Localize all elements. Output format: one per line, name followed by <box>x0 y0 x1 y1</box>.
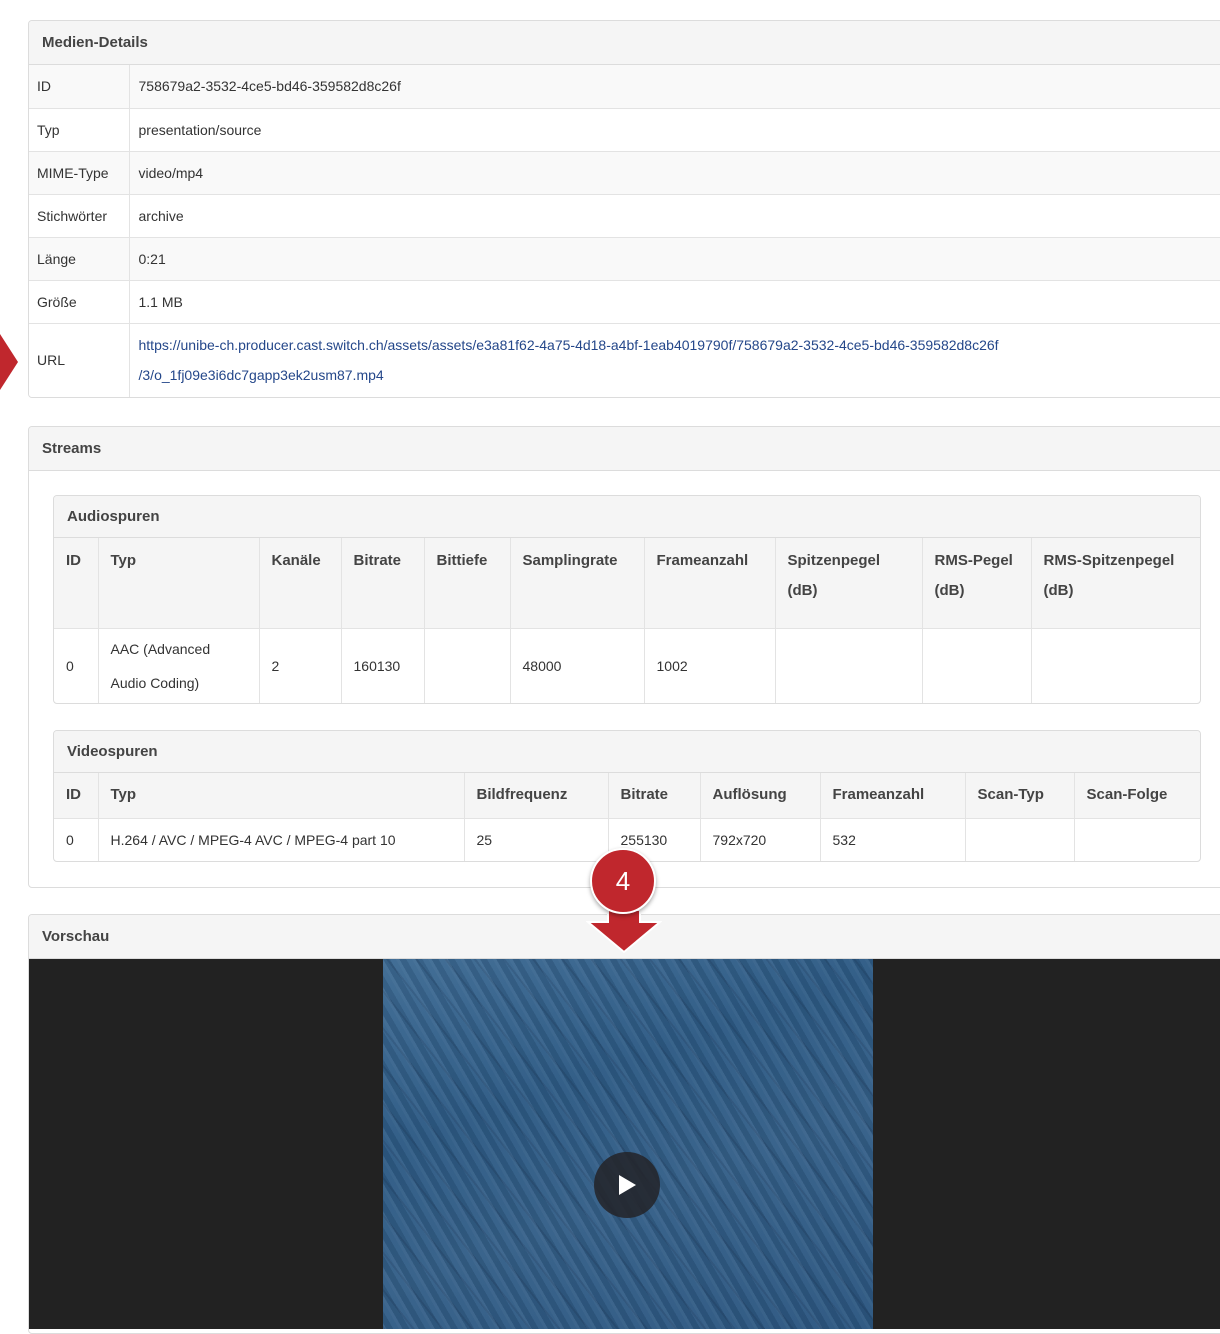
media-url-link[interactable]: https://unibe-ch.producer.cast.switch.ch… <box>139 330 1219 390</box>
video-cell-framerate: 25 <box>464 818 609 861</box>
audio-col-framecount: Frameanzahl <box>644 538 776 629</box>
media-details-title: Medien-Details <box>29 21 1220 65</box>
video-col-framerate: Bildfrequenz <box>464 773 609 819</box>
details-key: Typ <box>29 107 130 151</box>
details-row-length: Länge 0:21 <box>29 236 1220 280</box>
details-row-url: URL https://unibe-ch.producer.cast.switc… <box>29 322 1220 397</box>
audio-header-row: ID Typ Kanäle Bitrate Bittiefe Samplingr… <box>54 538 1200 629</box>
audio-col-rms-peak: RMS-Spitzenpegel (dB) <box>1031 538 1200 629</box>
details-row-tags: Stichwörter archive <box>29 193 1220 237</box>
audio-tracks-table: ID Typ Kanäle Bitrate Bittiefe Samplingr… <box>54 538 1200 703</box>
audio-col-bitrate: Bitrate <box>341 538 425 629</box>
url-line-1[interactable]: https://unibe-ch.producer.cast.switch.ch… <box>139 337 999 353</box>
video-cell-type: H.264 / AVC / MPEG-4 AVC / MPEG-4 part 1… <box>98 818 465 861</box>
video-col-framecount: Frameanzahl <box>820 773 966 819</box>
audio-col-peak: Spitzenpegel (dB) <box>775 538 923 629</box>
audio-tracks-title: Audiospuren <box>54 496 1200 538</box>
audio-cell-rms <box>922 628 1032 703</box>
details-key: Größe <box>29 279 130 323</box>
audio-cell-id: 0 <box>54 628 99 703</box>
audio-col-channels: Kanäle <box>259 538 342 629</box>
video-cell-id: 0 <box>54 818 99 861</box>
details-key: MIME-Type <box>29 150 130 194</box>
annotation-arrow-right-icon <box>0 334 18 390</box>
audio-cell-bitrate: 160130 <box>341 628 425 703</box>
streams-panel: Streams Audiospuren ID Typ Kanäle Bitrat… <box>28 426 1220 888</box>
video-col-id: ID <box>54 773 99 819</box>
audio-cell-peak <box>775 628 923 703</box>
details-key: URL <box>29 322 130 397</box>
details-value: archive <box>129 193 1220 237</box>
media-details-panel: Medien-Details ID 758679a2-3532-4ce5-bd4… <box>28 20 1220 398</box>
video-cell-scantype <box>965 818 1075 861</box>
play-button[interactable] <box>594 1152 660 1218</box>
video-col-scantype: Scan-Typ <box>965 773 1075 819</box>
video-tracks-title: Videospuren <box>54 731 1200 773</box>
audio-cell-bitdepth <box>424 628 511 703</box>
details-value: 0:21 <box>129 236 1220 280</box>
preview-panel: Vorschau <box>28 914 1220 1334</box>
video-cell-scanorder <box>1074 818 1200 861</box>
media-details-table: ID 758679a2-3532-4ce5-bd46-359582d8c26f … <box>29 65 1220 397</box>
audio-col-rms: RMS-Pegel (dB) <box>922 538 1032 629</box>
details-url-value: https://unibe-ch.producer.cast.switch.ch… <box>129 322 1220 397</box>
details-value: 1.1 MB <box>129 279 1220 323</box>
audio-col-samplingrate: Samplingrate <box>510 538 645 629</box>
audio-col-type: Typ <box>98 538 260 629</box>
details-value: 758679a2-3532-4ce5-bd46-359582d8c26f <box>129 65 1220 108</box>
audio-tracks-panel: Audiospuren ID Typ Kanäle Bitrate Bittie… <box>53 495 1201 704</box>
audio-cell-type: AAC (Advanced Audio Coding) <box>98 628 260 703</box>
video-cell-framecount: 532 <box>820 818 966 861</box>
details-value: presentation/source <box>129 107 1220 151</box>
audio-cell-rms-peak <box>1031 628 1200 703</box>
audio-col-bitdepth: Bittiefe <box>424 538 511 629</box>
video-col-scanorder: Scan-Folge <box>1074 773 1200 819</box>
streams-title: Streams <box>29 427 1220 471</box>
audio-cell-samplingrate: 48000 <box>510 628 645 703</box>
details-row-size: Größe 1.1 MB <box>29 279 1220 323</box>
video-player[interactable] <box>29 959 1220 1329</box>
details-key: ID <box>29 65 130 108</box>
url-line-2[interactable]: /3/o_1fj09e3i6dc7gapp3ek2usm87.mp4 <box>139 367 384 383</box>
video-col-bitrate: Bitrate <box>608 773 701 819</box>
audio-col-id: ID <box>54 538 99 629</box>
video-col-resolution: Auflösung <box>700 773 821 819</box>
play-icon <box>619 1175 636 1195</box>
details-key: Länge <box>29 236 130 280</box>
video-frame[interactable] <box>383 959 873 1329</box>
video-col-type: Typ <box>98 773 465 819</box>
video-cell-resolution: 792x720 <box>700 818 821 861</box>
details-row-type: Typ presentation/source <box>29 107 1220 151</box>
details-row-id: ID 758679a2-3532-4ce5-bd46-359582d8c26f <box>29 65 1220 108</box>
details-value: video/mp4 <box>129 150 1220 194</box>
details-key: Stichwörter <box>29 193 130 237</box>
annotation-arrow-down-icon <box>586 910 662 954</box>
details-row-mime: MIME-Type video/mp4 <box>29 150 1220 194</box>
audio-cell-framecount: 1002 <box>644 628 776 703</box>
video-header-row: ID Typ Bildfrequenz Bitrate Auflösung Fr… <box>54 773 1200 819</box>
table-row: 0 AAC (Advanced Audio Coding) 2 160130 4… <box>54 628 1200 703</box>
audio-cell-channels: 2 <box>259 628 342 703</box>
video-tracks-panel: Videospuren ID Typ Bildfrequenz Bitrate … <box>53 730 1201 862</box>
annotation-step-badge: 4 <box>590 848 656 914</box>
